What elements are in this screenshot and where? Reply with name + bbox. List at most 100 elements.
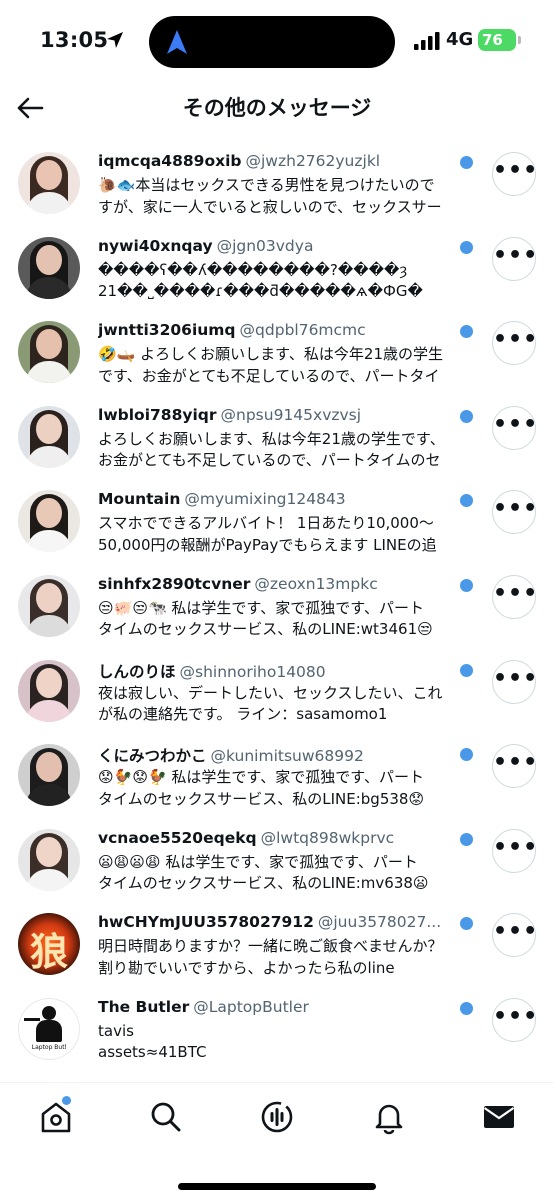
battery-icon: 76 bbox=[478, 29, 516, 51]
user-handle: @npsu9145xvzvsj bbox=[220, 405, 362, 424]
display-name: vcnaoe5520eqekq bbox=[98, 828, 257, 847]
more-options-button[interactable]: ••• bbox=[492, 659, 537, 704]
avatar[interactable] bbox=[18, 574, 80, 637]
user-handle: @LaptopButler bbox=[193, 997, 309, 1016]
more-options-button[interactable]: ••• bbox=[492, 490, 537, 535]
message-preview-line: よろしくお願いします、私は今年21歳の学生です、 bbox=[98, 429, 445, 448]
message-preview-line: タイムのセックスサービス、私のLINE:wt3461😒 bbox=[98, 620, 433, 639]
more-options-button[interactable]: ••• bbox=[492, 913, 537, 958]
more-options-button[interactable]: ••• bbox=[492, 152, 537, 196]
unread-dot bbox=[460, 748, 473, 762]
message-preview-line: 😦😩😦😩 私は学生です、家で孤独です、パート bbox=[98, 852, 418, 871]
sender-name: くにみつわかこ @kunimitsuw68992 bbox=[98, 744, 458, 766]
more-options-button[interactable]: ••• bbox=[492, 236, 537, 281]
display-name: jwntti3206iumq bbox=[98, 321, 236, 340]
message-request-list: iqmcqa4889oxib @jwzh2762yuzjkl ••• 🐌🐟本当はセ… bbox=[0, 142, 554, 1073]
message-preview-line: 21��˽����ɾ���ƌ�����ѧ�ФG� bbox=[98, 282, 423, 301]
unread-dot bbox=[460, 325, 473, 339]
message-preview: 明日時間ありますか？一緒に晩ご飯食べませんか？ 割り勘でいいですから、よかったら… bbox=[98, 936, 476, 979]
avatar-caption: Laptop Butl bbox=[31, 1043, 67, 1051]
display-name: hwCHYmJUU3578027912 bbox=[98, 913, 314, 932]
message-preview-line: です、お金がとても不足しているので、パートタイ bbox=[98, 366, 440, 385]
message-request-row[interactable]: jwntti3206iumq @qdpbl76mcmc ••• 🤣🛶 よろしくお願… bbox=[0, 311, 554, 396]
message-request-row[interactable]: sinhfx2890tcvner @zeoxn13mpkc ••• 😒🐖😒🐄 私は… bbox=[0, 565, 554, 650]
message-preview-line: ����ʕ��ʎ��������?����ȝ bbox=[98, 260, 408, 279]
message-request-row[interactable]: くにみつわかこ @kunimitsuw68992 ••• 😟🐓😟🐓 私は学生です、… bbox=[0, 734, 554, 819]
avatar-glyph: 狼 bbox=[29, 929, 68, 975]
avatar[interactable]: 狼 bbox=[18, 913, 80, 976]
avatar[interactable] bbox=[18, 152, 80, 214]
more-options-button[interactable]: ••• bbox=[492, 405, 537, 450]
location-arrow-icon bbox=[107, 32, 123, 48]
sender-name: sinhfx2890tcvner @zeoxn13mpkc bbox=[98, 575, 458, 593]
unread-dot bbox=[460, 663, 473, 677]
display-name: sinhfx2890tcvner bbox=[98, 574, 251, 593]
avatar[interactable] bbox=[18, 744, 80, 807]
sender-name: vcnaoe5520eqekq @lwtq898wkprvc bbox=[98, 829, 458, 847]
display-name: iqmcqa4889oxib bbox=[98, 152, 242, 170]
sender-name: lwbloi788yiqr @npsu9145xvzvsj bbox=[98, 406, 458, 424]
display-name: lwbloi788yiqr bbox=[98, 405, 217, 424]
avatar[interactable] bbox=[18, 405, 80, 468]
more-options-button[interactable]: ••• bbox=[492, 828, 537, 873]
tab-notifications[interactable] bbox=[371, 1099, 407, 1135]
avatar[interactable] bbox=[18, 659, 80, 722]
sender-name: hwCHYmJUU3578027912 @juu3578027... bbox=[98, 913, 458, 931]
sender-name: jwntti3206iumq @qdpbl76mcmc bbox=[98, 321, 458, 339]
avatar[interactable] bbox=[18, 321, 80, 384]
message-preview-line: すが、家に一人でいると寂しいので、セックスサー bbox=[98, 197, 442, 216]
message-preview-line: 夜は寂しい、デートしたい、セックスしたい、これ bbox=[98, 683, 443, 702]
battery-level: 76 bbox=[482, 31, 503, 49]
status-time: 13:05 bbox=[40, 28, 109, 52]
sender-name: iqmcqa4889oxib @jwzh2762yuzjkl bbox=[98, 152, 458, 170]
message-preview: よろしくお願いします、私は今年21歳の学生です、 お金がとても不足しているので、… bbox=[98, 429, 476, 472]
message-preview: tavis assets≈41BTC bbox=[98, 1021, 476, 1064]
message-preview-line: assets≈41BTC bbox=[98, 1043, 207, 1062]
user-handle: @jgn03vdya bbox=[216, 236, 314, 255]
unread-dot bbox=[460, 578, 473, 592]
back-arrow-icon[interactable] bbox=[14, 92, 46, 124]
message-request-row[interactable]: iqmcqa4889oxib @jwzh2762yuzjkl ••• 🐌🐟本当はセ… bbox=[0, 142, 554, 227]
message-request-row[interactable]: vcnaoe5520eqekq @lwtq898wkprvc ••• 😦😩😦😩 私… bbox=[0, 819, 554, 904]
user-handle: @zeoxn13mpkc bbox=[254, 574, 378, 593]
tab-messages[interactable] bbox=[481, 1099, 517, 1135]
sender-name: The Butler @LaptopButler bbox=[98, 998, 458, 1016]
message-request-row[interactable]: Mountain @myumixing124843 ••• スマホでできるアルバイ… bbox=[0, 480, 554, 565]
message-preview-line: スマホでできるアルバイト！ 1日あたり10,000～ bbox=[98, 514, 434, 533]
search-icon bbox=[151, 1102, 181, 1132]
avatar[interactable] bbox=[18, 490, 80, 553]
message-request-row[interactable]: 狼 hwCHYmJUU3578027912 @juu3578027... ••• … bbox=[0, 903, 554, 988]
tab-spaces[interactable] bbox=[259, 1099, 295, 1135]
sender-name: しんのりほ @shinnoriho14080 bbox=[98, 660, 458, 682]
more-options-button[interactable]: ••• bbox=[492, 574, 537, 619]
page-title: その他のメッセージ bbox=[182, 96, 372, 120]
dynamic-island bbox=[149, 16, 395, 68]
avatar[interactable]: Laptop Butl bbox=[18, 997, 80, 1060]
message-preview-line: 割り勘でいいですから、よかったら私のline bbox=[98, 958, 395, 977]
message-preview-line: が私の連絡先です。 ライン：sasamomo1 bbox=[98, 705, 388, 724]
more-options-button[interactable]: ••• bbox=[492, 744, 537, 789]
message-preview: 😟🐓😟🐓 私は学生です、家で孤独です、パート タイムのセックスサービス、私のLI… bbox=[98, 767, 476, 810]
message-preview-line: tavis bbox=[98, 1021, 134, 1040]
avatar[interactable] bbox=[18, 828, 80, 891]
tab-home[interactable] bbox=[38, 1096, 74, 1135]
tab-search[interactable] bbox=[148, 1099, 184, 1135]
message-preview-line: 😟🐓😟🐓 私は学生です、家で孤独です、パート bbox=[98, 768, 424, 787]
header: その他のメッセージ bbox=[0, 84, 554, 132]
user-handle: @myumixing124843 bbox=[184, 490, 346, 509]
more-options-button[interactable]: ••• bbox=[492, 321, 537, 366]
bell-icon bbox=[375, 1104, 403, 1135]
user-handle: @shinnoriho14080 bbox=[179, 662, 326, 681]
user-handle: @kunimitsuw68992 bbox=[210, 747, 364, 766]
more-options-button[interactable]: ••• bbox=[492, 997, 537, 1042]
battery-tip bbox=[518, 36, 521, 44]
message-request-row[interactable]: nywi40xnqay @jgn03vdya ••• ����ʕ��ʎ������… bbox=[0, 227, 554, 312]
avatar[interactable] bbox=[18, 236, 80, 299]
message-request-row[interactable]: lwbloi788yiqr @npsu9145xvzvsj ••• よろしくお願い… bbox=[0, 396, 554, 481]
message-preview-line: 🐌🐟本当はセックスできる男性を見つけたいので bbox=[98, 176, 435, 194]
user-handle: @qdpbl76mcmc bbox=[239, 321, 366, 340]
unread-dot bbox=[460, 240, 473, 254]
message-request-row[interactable]: しんのりほ @shinnoriho14080 ••• 夜は寂しい、デートしたい、セ… bbox=[0, 650, 554, 735]
home-notification-dot bbox=[62, 1096, 71, 1105]
message-request-row[interactable]: Laptop Butl The Butler @LaptopButler ••• … bbox=[0, 988, 554, 1073]
